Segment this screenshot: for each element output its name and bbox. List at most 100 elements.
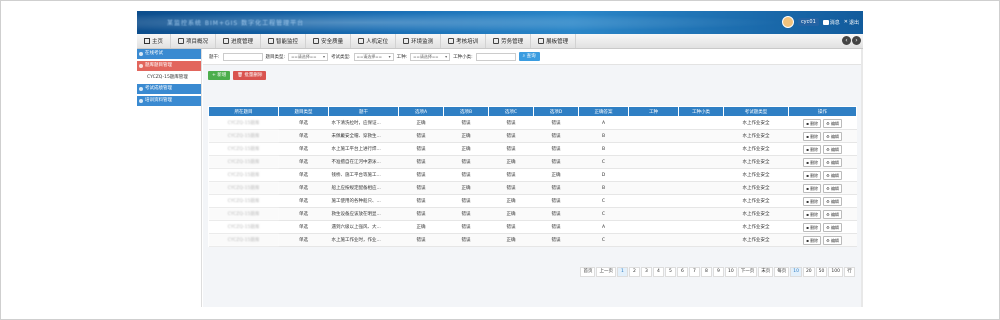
edit-button[interactable]: ⚙ 编辑 xyxy=(823,131,842,141)
nav-item-labor[interactable]: 劳务管理 xyxy=(486,34,532,48)
cell-ops: ▪ 删除 ⚙ 编辑 xyxy=(788,233,857,247)
pager-next-button[interactable]: 下一页 xyxy=(737,267,758,277)
nav-item-monitor[interactable]: 智能监控 xyxy=(261,34,307,48)
delete-label: 删除 xyxy=(810,146,819,152)
cell-etype: 水上作业安全 xyxy=(723,207,789,221)
pager-last-button[interactable]: 末页 xyxy=(758,267,774,277)
cell-jobsub xyxy=(678,142,724,156)
close-icon: ✕ xyxy=(843,19,848,25)
nav-item-project[interactable]: 项目概况 xyxy=(171,34,217,48)
table-row[interactable]: CYCZQ-15题库 单选 水下清洗拉时，应保证... 正确 错误 错误 错误 A 水上作业安全… xyxy=(208,116,857,130)
query-button[interactable]: ⌕ 查询 xyxy=(518,52,540,61)
nav-item-board[interactable]: 展板管理 xyxy=(531,34,577,48)
type-select[interactable]: ==请选择== ▾ xyxy=(288,52,329,61)
table-row[interactable]: CYCZQ-15题库 单选 不准擅自在江河中游泳... 错误 错误 正确 错误 C 水上作业安全… xyxy=(208,155,857,169)
row-actions: ▪ 删除 ⚙ 编辑 xyxy=(789,183,857,193)
table-row[interactable]: CYCZQ-15题库 单选 船上应按规定配备相应... 错误 正确 错误 错误 B 水上作业安全… xyxy=(208,181,857,195)
pager-page-button[interactable]: 2 xyxy=(628,267,640,277)
table-row[interactable]: CYCZQ-15题库 单选 未佩戴安全帽、穿救生... 错误 正确 错误 错误 B 水上作业安全… xyxy=(208,129,857,143)
edit-button[interactable]: ⚙ 编辑 xyxy=(823,144,842,154)
table-row[interactable]: CYCZQ-15题库 单选 施工使用的各种船只、... 错误 错误 正确 错误 C 水上作业安全… xyxy=(208,194,857,208)
username[interactable]: cyc01 xyxy=(797,18,819,26)
edit-button[interactable]: ⚙ 编辑 xyxy=(823,209,842,219)
chevron-left-icon[interactable]: ‹ xyxy=(842,36,851,45)
add-button[interactable]: + 新增 xyxy=(208,71,231,80)
pager-page-button[interactable]: 5 xyxy=(664,267,676,277)
delete-button[interactable]: ▪ 删除 xyxy=(803,222,822,232)
nav-item-progress[interactable]: 进度管理 xyxy=(216,34,262,48)
pager-page-button[interactable]: 3 xyxy=(640,267,652,277)
type-select-value: ==请选择== xyxy=(291,53,317,59)
col-job-sub: 工种小类 xyxy=(678,106,724,117)
pager-page-button[interactable]: 1 xyxy=(616,267,628,277)
job-sub-input[interactable] xyxy=(475,52,516,61)
cell-type: 单选 xyxy=(278,155,329,169)
edit-button[interactable]: ⚙ 编辑 xyxy=(823,170,842,180)
stem-input[interactable] xyxy=(222,52,263,61)
delete-button[interactable]: ▪ 删除 xyxy=(803,131,822,141)
delete-button[interactable]: ▪ 删除 xyxy=(803,118,822,128)
pager-page-button[interactable]: 6 xyxy=(676,267,688,277)
pager-size-button[interactable]: 20 xyxy=(802,267,815,277)
pager-size-button[interactable]: 50 xyxy=(815,267,828,277)
trash-icon: ▪ xyxy=(806,211,809,217)
edit-button[interactable]: ⚙ 编辑 xyxy=(823,183,842,193)
delete-button[interactable]: ▪ 删除 xyxy=(803,209,822,219)
nav-item-safety[interactable]: 安全质量 xyxy=(306,34,352,48)
delete-button[interactable]: ▪ 删除 xyxy=(803,183,822,193)
sidebar-item-question-bank[interactable]: 题库题目管理 xyxy=(137,61,201,71)
pager-size-button[interactable]: 10 xyxy=(790,267,802,277)
delete-button[interactable]: ▪ 删除 xyxy=(803,157,822,167)
sidebar-item-scores[interactable]: 考试成绩管理 xyxy=(137,84,201,94)
stem-label: 题干: xyxy=(209,54,220,60)
scrollbar[interactable] xyxy=(861,49,863,307)
edit-button[interactable]: ⚙ 编辑 xyxy=(823,196,842,206)
nav-item-environment[interactable]: 环境监测 xyxy=(396,34,442,48)
delete-button[interactable]: ▪ 删除 xyxy=(803,196,822,206)
cell-c: 错误 xyxy=(488,220,534,234)
job-select[interactable]: ==请选择== ▾ xyxy=(410,52,451,61)
pager-page-button[interactable]: 4 xyxy=(652,267,664,277)
pager-page-button[interactable]: 9 xyxy=(712,267,724,277)
sidebar-item-materials[interactable]: 培训资料管理 xyxy=(137,96,201,106)
pager-prev-button[interactable]: 上一页 xyxy=(596,267,616,277)
delete-button[interactable]: ▪ 删除 xyxy=(803,235,822,245)
cell-etype: 水上作业安全 xyxy=(723,233,789,247)
pager-page-button[interactable]: 7 xyxy=(688,267,700,277)
gear-icon: ⚙ xyxy=(826,120,830,126)
pager-size-button[interactable]: 100 xyxy=(828,267,843,277)
delete-button[interactable]: ▪ 删除 xyxy=(803,170,822,180)
batch-delete-button[interactable]: 🗑 批量删除 xyxy=(233,71,267,80)
pager-first-button[interactable]: 首页 xyxy=(580,267,596,277)
pager-page-button[interactable]: 8 xyxy=(700,267,712,277)
table-row[interactable]: CYCZQ-15题库 单选 救生设备应该放在明显... 错误 错误 正确 错误 C 水上作业安全… xyxy=(208,207,857,221)
col-type: 题目类型 xyxy=(278,106,329,117)
table-row[interactable]: CYCZQ-15题库 单选 遇到六级以上强风、大... 正确 错误 错误 错误 A 水上作业安全… xyxy=(208,220,857,234)
messages-button[interactable]: 消息 xyxy=(822,19,840,26)
sidebar-item-online-exam[interactable]: 在线考试 xyxy=(137,49,201,59)
delete-label: 删除 xyxy=(810,185,819,191)
chevron-right-icon[interactable]: › xyxy=(852,36,861,45)
edit-button[interactable]: ⚙ 编辑 xyxy=(823,222,842,232)
logout-button[interactable]: ✕ 退出 xyxy=(844,19,859,26)
gear-icon: ⚙ xyxy=(826,224,830,230)
table-row[interactable]: CYCZQ-15题库 单选 水上施工平台上进行焊... 错误 正确 错误 错误 B 水上作业安全… xyxy=(208,142,857,156)
edit-button[interactable]: ⚙ 编辑 xyxy=(823,118,842,128)
exam-type-select[interactable]: ==请选择== ▾ xyxy=(353,52,394,61)
pager-page-button[interactable]: 10 xyxy=(724,267,737,277)
nav-item-training[interactable]: 考核培训 xyxy=(441,34,487,48)
table-row[interactable]: CYCZQ-15题库 单选 钱桥、施工平台等施工... 错误 错误 错误 正确 D 水上作业安全… xyxy=(208,168,857,182)
delete-button[interactable]: ▪ 删除 xyxy=(803,144,822,154)
avatar[interactable] xyxy=(781,16,794,28)
edit-button[interactable]: ⚙ 编辑 xyxy=(823,235,842,245)
edit-button[interactable]: ⚙ 编辑 xyxy=(823,157,842,167)
table-row[interactable]: CYCZQ-15题库 单选 水上施工作业时，作业... 错误 错误 正确 错误 C 水上作业安全… xyxy=(208,233,857,247)
pager-rows-label: 行 xyxy=(844,267,855,277)
gear-icon: ⚙ xyxy=(826,172,830,178)
nav-item-home[interactable]: 主页 xyxy=(137,34,172,48)
cell-ops: ▪ 删除 ⚙ 编辑 xyxy=(788,220,857,234)
delete-label: 删除 xyxy=(810,133,819,139)
cell-etype: 水上作业安全 xyxy=(723,142,789,156)
sidebar-subitem-bank[interactable]: CYCZQ-15题库管理 xyxy=(137,73,201,82)
nav-item-location[interactable]: 人机定位 xyxy=(351,34,397,48)
